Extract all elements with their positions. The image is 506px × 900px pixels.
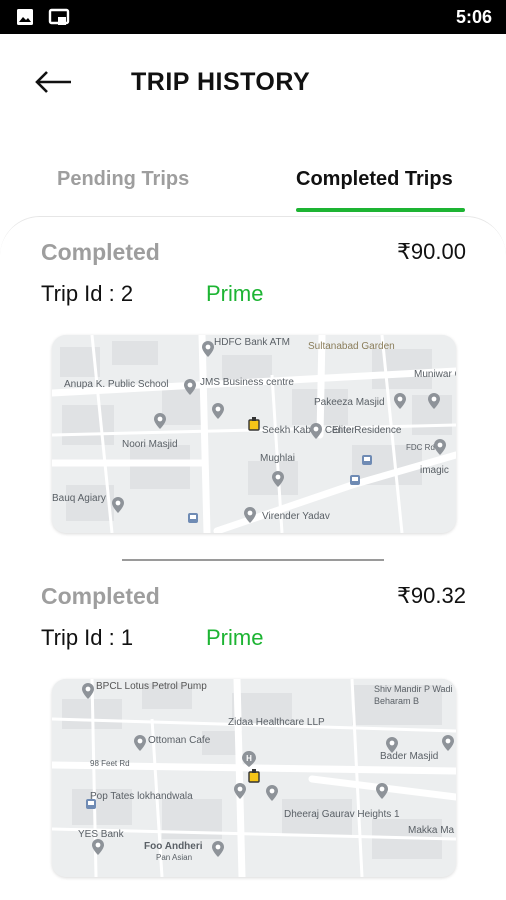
svg-text:H: H [246,754,252,763]
trip-card[interactable]: Completed ₹90.32 Trip Id : 1 Prime BPCL … [0,561,506,900]
trip-fare: ₹90.00 [396,239,466,264]
map-pin-icon [244,507,256,523]
map-poi-label: Pakeeza Masjid [314,397,385,408]
map-pin-icon [112,497,124,513]
bus-stop-icon [362,455,372,465]
map-poi-label: Shiv Mandir P Wadi Beharam B [374,684,453,706]
bus-stop-icon [350,475,360,485]
map-poi-label: Makka Ma [408,825,455,836]
map-road-label: FDC Rd [406,443,435,452]
map-pin-icon [82,683,94,699]
map-poi-label: Muniwar Cooperat [414,369,456,380]
map-poi-label: BPCL Lotus Petrol Pump [96,681,207,692]
trip-map[interactable]: BPCL Lotus Petrol Pump Shiv Mandir P Wad… [52,679,456,877]
map-poi-label: Dheeraj Gaurav Heights 1 [284,809,400,820]
map-poi-label: Pan Asian [156,853,193,862]
active-tab-indicator [296,208,465,212]
trip-id: Trip Id : 1 [41,625,134,650]
map-pin-icon [272,471,284,487]
map-poi-label: Foo Andheri [144,841,203,852]
trip-card[interactable]: Completed ₹90.00 Trip Id : 2 Prime HDFC … [0,217,506,559]
map-pin-icon [266,785,278,801]
map-pin-icon [234,783,246,799]
map-poi-label: Ottoman Cafe [148,735,211,746]
map-poi-label: Noori Masjid [122,439,178,450]
trip-list[interactable]: Completed ₹90.00 Trip Id : 2 Prime HDFC … [0,216,506,900]
image-notification-icon [16,8,34,31]
status-time: 5:06 [455,7,492,27]
map-pin-icon [212,841,224,857]
map-poi-label: HDFC Bank ATM [214,337,290,348]
map-poi-label: Pop Tates lokhandwala [90,791,193,802]
map-poi-label: Mughlai [260,453,296,464]
trip-status: Completed [41,239,160,265]
bus-stop-icon [188,513,198,523]
trip-type: Prime [206,281,264,306]
map-poi-label: JMS Business centre [200,377,294,388]
map-pin-icon [376,783,388,799]
map-pin-icon [428,393,440,409]
trip-map[interactable]: HDFC Bank ATM Sultanabad Garden Anupa K.… [52,335,456,533]
map-pin-icon [92,839,104,855]
trip-status: Completed [41,583,160,609]
map-poi-label: Virender Yadav [262,511,330,522]
map-poi-label: Elite Residence [332,425,402,436]
map-pin-icon [184,379,196,395]
trip-location-marker-icon [248,417,260,431]
trip-location-marker-icon [248,769,260,783]
map-poi-label: imagic [420,465,449,476]
trip-fare: ₹90.32 [396,583,466,608]
trip-id: Trip Id : 2 [41,281,134,306]
map-pin-icon [212,403,224,419]
back-button[interactable] [34,66,78,102]
map-pin-icon [434,439,446,455]
status-bar: 5:06 [0,0,506,34]
back-arrow-icon [34,70,74,99]
map-pin-icon [310,423,322,439]
map-pin-icon [442,735,454,751]
tab-pending-trips[interactable]: Pending Trips [57,168,189,191]
map-poi-label: Anupa K. Public School [64,379,169,390]
hospital-icon: H [242,751,256,767]
map-pin-icon [394,393,406,409]
map-poi-label: Bauq Agiary [52,493,106,504]
map-poi-label: Sultanabad Garden [308,341,395,352]
trip-type: Prime [206,625,264,650]
trip-tabs: Pending Trips Completed Trips [0,160,506,216]
screencast-icon [48,8,70,31]
map-pin-icon [154,413,166,429]
map-poi-label: Zidaa Healthcare LLP [228,717,325,728]
app-header: TRIP HISTORY [0,34,506,134]
bus-stop-icon [86,799,96,809]
map-road-label: 98 Feet Rd [90,759,130,768]
page-title: TRIP HISTORY [131,68,311,96]
map-pin-icon [386,737,398,753]
map-pin-icon [202,341,214,357]
map-pin-icon [134,735,146,751]
tab-completed-trips[interactable]: Completed Trips [296,168,453,191]
